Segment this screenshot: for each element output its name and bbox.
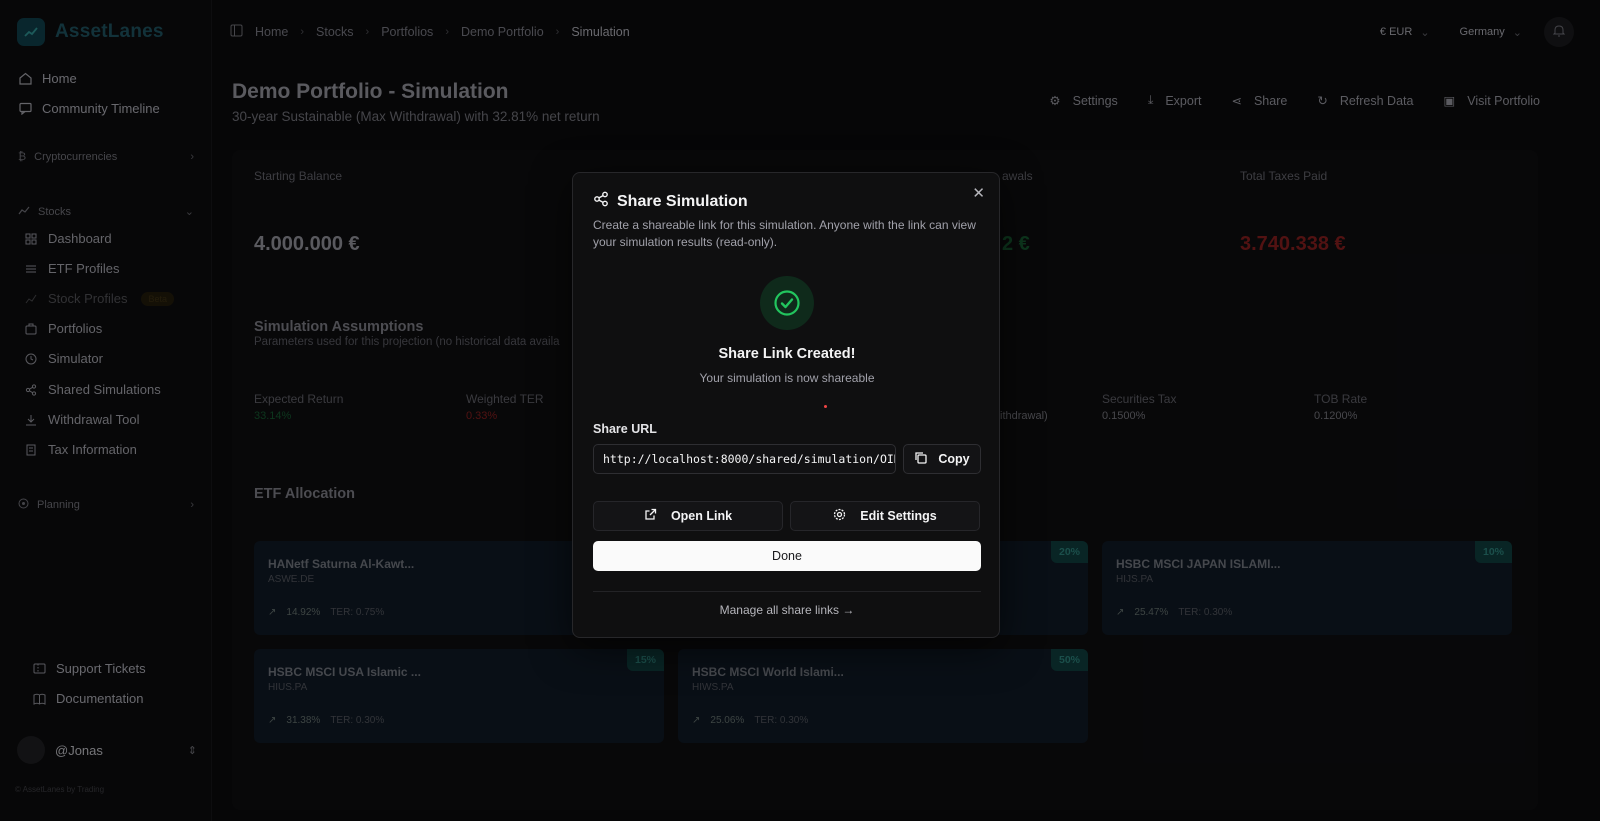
manage-share-links-link[interactable]: Manage all share links → bbox=[573, 603, 1001, 617]
open-link-button[interactable]: Open Link bbox=[593, 501, 783, 531]
close-icon[interactable]: ✕ bbox=[972, 184, 985, 202]
gear-icon bbox=[833, 508, 846, 524]
share-url-label: Share URL bbox=[593, 422, 657, 436]
dialog-description: Create a shareable link for this simulat… bbox=[593, 218, 976, 249]
success-title: Share Link Created! bbox=[718, 346, 856, 362]
dialog-title: Share Simulation bbox=[593, 191, 748, 212]
edit-settings-label: Edit Settings bbox=[860, 509, 937, 523]
edit-settings-button[interactable]: Edit Settings bbox=[790, 501, 980, 531]
indicator-dot bbox=[824, 405, 827, 408]
success-subtitle: Your simulation is now shareable bbox=[699, 371, 875, 385]
copy-button[interactable]: Copy bbox=[903, 444, 981, 474]
copy-icon bbox=[914, 451, 928, 467]
open-link-label: Open Link bbox=[670, 509, 733, 523]
done-button[interactable]: Done bbox=[593, 541, 981, 571]
external-link-icon bbox=[644, 508, 657, 524]
share-dialog: ✕ Share Simulation Create a shareable li… bbox=[572, 172, 1000, 638]
share-icon bbox=[593, 191, 609, 212]
divider bbox=[593, 591, 981, 592]
dialog-title-text: Share Simulation bbox=[617, 192, 748, 210]
share-url-input[interactable]: http://localhost:8000/shared/simulation/… bbox=[593, 444, 896, 474]
copy-label: Copy bbox=[938, 452, 970, 466]
success-icon bbox=[760, 276, 814, 330]
